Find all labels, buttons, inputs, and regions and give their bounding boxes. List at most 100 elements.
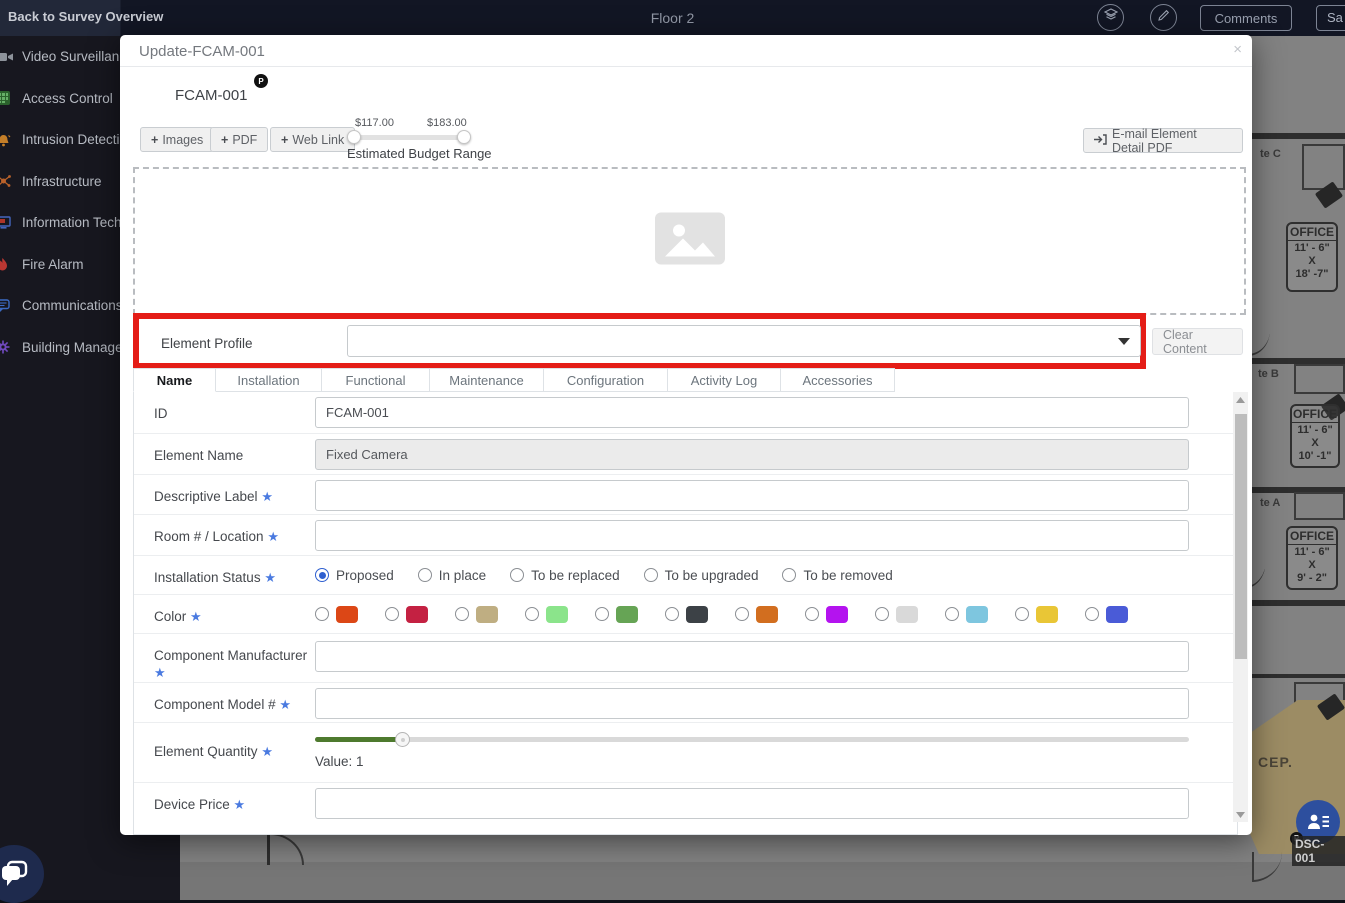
layers-button[interactable] (1097, 4, 1124, 31)
color-option-8[interactable] (875, 606, 918, 623)
add-pdf-button[interactable]: +PDF (210, 127, 268, 152)
device-price-input[interactable] (315, 788, 1189, 819)
tab-name[interactable]: Name (133, 368, 216, 392)
scroll-down-icon[interactable] (1233, 807, 1248, 822)
required-star-icon: ★ (261, 489, 273, 504)
room-dim: 11' - 6" (1288, 242, 1336, 255)
proposed-badge: P (254, 74, 268, 88)
color-option-11[interactable] (1085, 606, 1128, 623)
scrollbar-thumb[interactable] (1235, 414, 1247, 659)
tab-functional[interactable]: Functional (322, 368, 430, 392)
tab-installation[interactable]: Installation (216, 368, 322, 392)
chat-bubbles-icon (0, 860, 29, 888)
add-web-link-button[interactable]: +Web Link (270, 127, 355, 152)
color-option-9[interactable] (945, 606, 988, 623)
wall (1252, 133, 1345, 139)
radio-to-be-removed[interactable]: To be removed (782, 568, 892, 583)
close-icon[interactable]: × (1233, 41, 1242, 58)
color-option-7[interactable] (805, 606, 848, 623)
desk (1302, 144, 1345, 190)
clear-content-button[interactable]: Clear Content (1152, 328, 1243, 355)
radio-icon (945, 607, 959, 621)
room-name: OFFICE (1288, 226, 1336, 241)
radio-proposed[interactable]: Proposed (315, 568, 394, 583)
radio-to-be-replaced[interactable]: To be replaced (510, 568, 620, 583)
radio-label: To be upgraded (665, 568, 759, 583)
suite-c-label: te C (1260, 148, 1281, 160)
tab-configuration[interactable]: Configuration (544, 368, 668, 392)
component-manufacturer-input[interactable] (315, 641, 1189, 672)
quantity-slider[interactable] (315, 737, 1189, 742)
room-location-input[interactable] (315, 520, 1189, 551)
chevron-down-icon (1118, 338, 1130, 345)
descriptive-label-input[interactable] (315, 480, 1189, 511)
email-element-pdf-button[interactable]: E-mail Element Detail PDF (1083, 128, 1243, 153)
form-scrollbar[interactable] (1233, 392, 1248, 822)
tab-accessories[interactable]: Accessories (781, 368, 895, 392)
radio-icon (315, 568, 329, 582)
radio-in-place[interactable]: In place (418, 568, 486, 583)
budget-slider-handle-min[interactable] (347, 130, 361, 144)
room-location-label: Room # / Location ★ (134, 515, 315, 555)
scroll-up-icon[interactable] (1233, 392, 1248, 407)
required-star-icon: ★ (154, 665, 166, 680)
color-swatch (966, 606, 988, 623)
required-star-icon: ★ (190, 609, 202, 624)
name-tab-form: ID Element Name Descriptive Label ★ Room… (133, 392, 1238, 835)
color-option-1[interactable] (385, 606, 428, 623)
desk (1294, 364, 1345, 394)
quantity-slider-fill (315, 737, 402, 742)
label-text: Installation Status (154, 570, 261, 585)
radio-label: To be removed (803, 568, 892, 583)
radio-icon (1085, 607, 1099, 621)
sidebar-item-label: Fire Alarm (22, 257, 84, 272)
tab-maintenance[interactable]: Maintenance (430, 368, 544, 392)
tab-activity-log[interactable]: Activity Log (668, 368, 781, 392)
color-option-0[interactable] (315, 606, 358, 623)
color-option-3[interactable] (525, 606, 568, 623)
label-text: Component Model # (154, 697, 276, 712)
budget-slider-handle-max[interactable] (457, 130, 471, 144)
color-option-5[interactable] (665, 606, 708, 623)
sidebar-item-label: Communications (22, 298, 123, 313)
color-swatch (826, 606, 848, 623)
room-dim: 11' - 6" (1288, 546, 1336, 559)
form-row-element-name: Element Name (134, 433, 1237, 474)
suite-b-label: te B (1258, 368, 1279, 380)
radio-icon (525, 607, 539, 621)
room-dim: 9' - 2" (1288, 572, 1336, 585)
floor-plan-page-edge (180, 862, 1345, 900)
quantity-slider-handle[interactable] (395, 732, 410, 747)
required-star-icon: ★ (234, 797, 246, 812)
color-option-10[interactable] (1015, 606, 1058, 623)
room-dim-x: X (1288, 559, 1336, 572)
add-images-button[interactable]: +Images (140, 127, 214, 152)
color-option-2[interactable] (455, 606, 498, 623)
element-id-heading: FCAM-001 (175, 87, 248, 104)
element-profile-select[interactable] (347, 325, 1141, 357)
wall (1245, 600, 1345, 606)
budget-range-slider[interactable] (350, 135, 468, 140)
color-option-6[interactable] (735, 606, 778, 623)
radio-to-be-upgraded[interactable]: To be upgraded (644, 568, 759, 583)
radio-label: In place (439, 568, 486, 583)
form-row-component-manufacturer: Component Manufacturer ★ (134, 633, 1237, 682)
chat-icon (0, 299, 14, 313)
save-button[interactable]: Sa (1316, 5, 1345, 31)
component-model-input[interactable] (315, 688, 1189, 719)
color-swatch (896, 606, 918, 623)
descriptive-label-label: Descriptive Label ★ (134, 475, 315, 514)
pencil-icon (1157, 9, 1170, 27)
label-text: Component Manufacturer (154, 648, 307, 663)
sidebar-item-label: Access Control (22, 91, 113, 106)
wall (1245, 674, 1345, 678)
image-dropzone[interactable] (133, 167, 1246, 315)
color-option-4[interactable] (595, 606, 638, 623)
button-label: Clear Content (1163, 328, 1232, 356)
id-input[interactable] (315, 397, 1189, 428)
edit-button[interactable] (1150, 4, 1177, 31)
comments-button[interactable]: Comments (1200, 5, 1292, 31)
radio-icon (385, 607, 399, 621)
color-swatch (1106, 606, 1128, 623)
label-text: Color (154, 609, 186, 624)
